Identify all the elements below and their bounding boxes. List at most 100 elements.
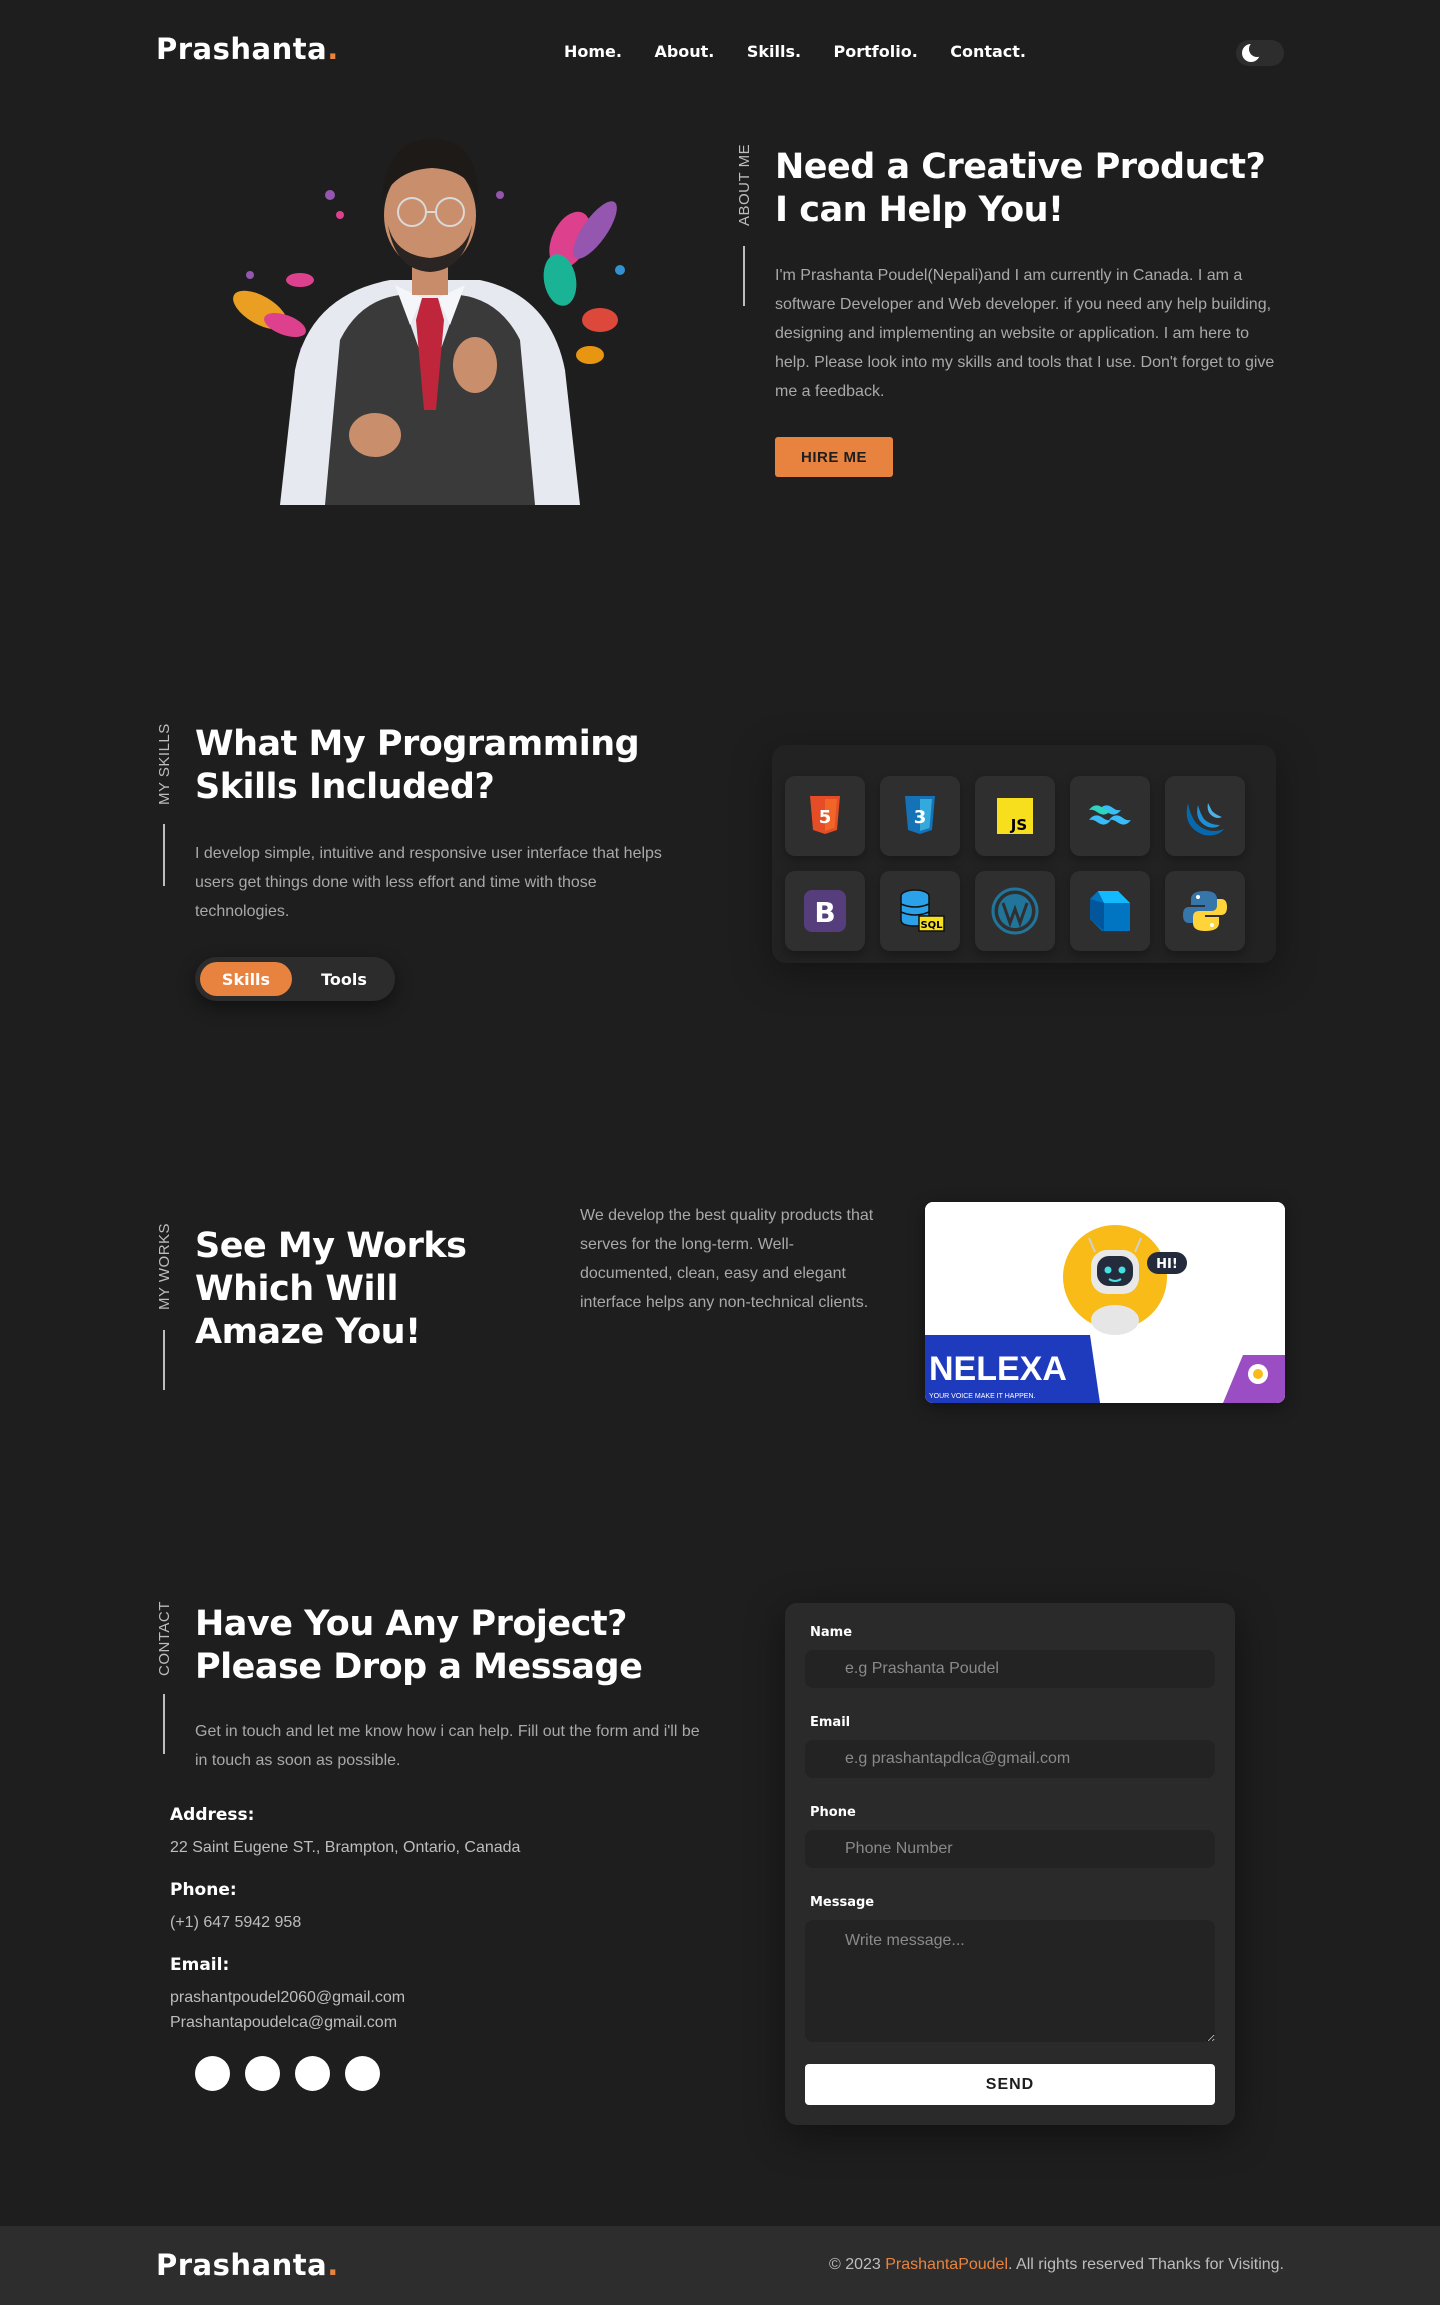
nav-skills[interactable]: Skills. xyxy=(747,42,801,61)
address-title: Address: xyxy=(170,1805,255,1825)
email-value-2: Prashantapoudelca@gmail.com xyxy=(170,2014,398,2031)
about-section-label: ABOUT ME xyxy=(736,143,753,226)
nav-portfolio[interactable]: Portfolio. xyxy=(834,42,918,61)
works-description: We develop the best quality products tha… xyxy=(580,1207,874,1311)
copyright-name-link[interactable]: PrashantaPoudel xyxy=(885,2256,1008,2273)
skill-tailwind xyxy=(1070,776,1150,856)
skill-html5: 5 xyxy=(785,776,865,856)
card-bubble-text: HI! xyxy=(1156,1257,1178,1272)
skills-title: What My Programming Skills Included? xyxy=(195,723,715,809)
skills-tools-switcher: Skills Tools xyxy=(195,957,395,1001)
works-title-line3: Amaze You! xyxy=(195,1312,421,1352)
skill-dart xyxy=(1070,871,1150,951)
hire-me-button[interactable]: HIRE ME xyxy=(775,437,893,477)
footer-logo-text: Prashanta xyxy=(156,2248,328,2282)
nelexa-project-image: HI! NELEXA YOUR VOICE MAKE IT HAPPEN. xyxy=(925,1202,1285,1403)
nav-contact[interactable]: Contact. xyxy=(950,42,1026,61)
skill-wordpress xyxy=(975,871,1055,951)
footer-logo[interactable]: Prashanta. xyxy=(156,2248,339,2282)
skills-title-line2: Skills Included? xyxy=(195,767,495,807)
contact-title-line2: Please Drop a Message xyxy=(195,1647,643,1687)
nav-about[interactable]: About. xyxy=(654,42,714,61)
email-label: Email xyxy=(810,1715,851,1730)
skills-section-label: MY SKILLS xyxy=(156,723,173,805)
contact-description: Get in touch and let me know how i can h… xyxy=(195,1723,700,1769)
sql-icon: SQL xyxy=(900,889,945,932)
about-divider xyxy=(743,246,745,306)
tailwind-icon xyxy=(1089,805,1131,825)
contact-section-label: CONTACT xyxy=(156,1601,173,1676)
javascript-icon: JS xyxy=(997,798,1033,834)
portfolio-card-nelexa[interactable]: HI! NELEXA YOUR VOICE MAKE IT HAPPEN. xyxy=(925,1202,1285,1403)
nav-home[interactable]: Home. xyxy=(564,42,622,61)
skills-title-line1: What My Programming xyxy=(195,724,640,764)
skill-javascript: JS xyxy=(975,776,1055,856)
message-label: Message xyxy=(810,1895,875,1910)
bootstrap-icon: B xyxy=(804,890,846,932)
about-title: Need a Creative Product? I can Help You! xyxy=(775,146,1295,232)
social-link-1[interactable] xyxy=(195,2056,230,2091)
copyright: © 2023 PrashantaPoudel. All rights reser… xyxy=(829,2256,1284,2274)
name-input[interactable] xyxy=(805,1650,1215,1688)
moon-icon xyxy=(1242,41,1265,62)
social-link-3[interactable] xyxy=(295,2056,330,2091)
phone-input[interactable] xyxy=(805,1830,1215,1868)
contact-title-line1: Have You Any Project? xyxy=(195,1604,627,1644)
skill-python xyxy=(1165,871,1245,951)
contact-divider xyxy=(163,1694,165,1754)
sql-icon-text: SQL xyxy=(920,920,943,931)
social-link-4[interactable] xyxy=(345,2056,380,2091)
works-title: See My Works Which Will Amaze You! xyxy=(195,1225,525,1354)
skill-bootstrap: B xyxy=(785,871,865,951)
wordpress-icon xyxy=(991,887,1039,935)
logo[interactable]: Prashanta. xyxy=(156,32,339,66)
css3-icon-text: 3 xyxy=(914,807,927,828)
skill-css3: 3 xyxy=(880,776,960,856)
about-title-line2: I can Help You! xyxy=(775,190,1064,230)
phone-title: Phone: xyxy=(170,1880,237,1900)
message-input[interactable] xyxy=(805,1920,1215,2042)
javascript-icon-text: JS xyxy=(1010,816,1027,834)
logo-text: Prashanta xyxy=(156,32,328,66)
logo-dot: . xyxy=(327,32,339,66)
email-value-1: prashantpoudel2060@gmail.com xyxy=(170,1989,406,2006)
about-title-line1: Need a Creative Product? xyxy=(775,147,1266,187)
tab-tools[interactable]: Tools xyxy=(298,962,390,996)
theme-toggle[interactable] xyxy=(1236,40,1284,66)
portrait-photo xyxy=(200,120,660,525)
skills-icon-grid: 5 3 JS B SQL xyxy=(785,776,1245,952)
phone-label: Phone xyxy=(810,1805,856,1820)
python-icon xyxy=(1183,891,1227,931)
skills-divider xyxy=(163,824,165,886)
main-nav: Home. About. Skills. Portfolio. Contact. xyxy=(564,42,1054,62)
name-label: Name xyxy=(810,1625,853,1640)
card-tagline: YOUR VOICE MAKE IT HAPPEN. xyxy=(929,1393,1036,1400)
skills-description: I develop simple, intuitive and responsi… xyxy=(195,845,662,920)
card-brand: NELEXA xyxy=(929,1350,1067,1388)
jquery-icon xyxy=(1186,803,1224,836)
address-value: 22 Saint Eugene ST., Brampton, Ontario, … xyxy=(170,1839,521,1856)
css3-icon: 3 xyxy=(905,796,935,834)
copyright-suffix: . All rights reserved Thanks for Visitin… xyxy=(1008,2256,1284,2273)
about-description: I'm Prashanta Poudel(Nepali)and I am cur… xyxy=(775,267,1275,400)
contact-title: Have You Any Project? Please Drop a Mess… xyxy=(195,1603,715,1689)
works-title-line1: See My Works xyxy=(195,1226,467,1266)
tab-skills[interactable]: Skills xyxy=(200,962,292,996)
contact-form: Name Email Phone Message SEND xyxy=(785,1603,1235,2125)
email-title: Email: xyxy=(170,1955,230,1975)
email-input[interactable] xyxy=(805,1740,1215,1778)
skill-jquery xyxy=(1165,776,1245,856)
dart-icon xyxy=(1090,891,1130,931)
works-section-label: MY WORKS xyxy=(156,1222,173,1310)
works-title-line2: Which Will xyxy=(195,1269,398,1309)
works-divider xyxy=(163,1330,165,1390)
send-button[interactable]: SEND xyxy=(805,2064,1215,2105)
social-link-2[interactable] xyxy=(245,2056,280,2091)
html5-icon: 5 xyxy=(810,796,840,834)
html5-icon-text: 5 xyxy=(819,807,832,828)
bootstrap-icon-text: B xyxy=(814,896,835,929)
skill-sql: SQL xyxy=(880,871,960,951)
footer-logo-dot: . xyxy=(327,2248,339,2282)
footer: Prashanta. © 2023 PrashantaPoudel. All r… xyxy=(0,2226,1440,2305)
phone-value: (+1) 647 5942 958 xyxy=(170,1914,302,1931)
